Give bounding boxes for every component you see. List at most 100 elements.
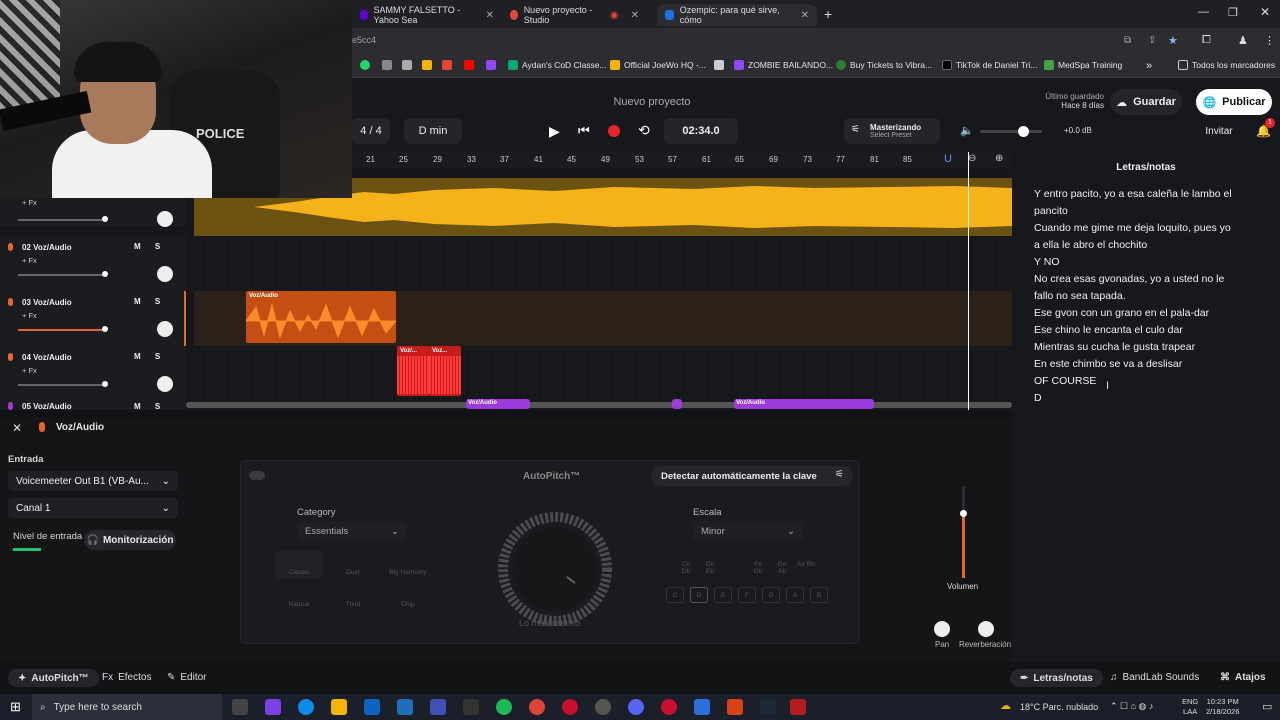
grid-icon[interactable] (382, 60, 392, 70)
printer-icon[interactable] (402, 60, 412, 70)
lyric-line[interactable]: a ella le abro el chochito (1034, 239, 1147, 251)
add-fx-button[interactable]: + Fx (22, 311, 37, 320)
key-g[interactable]: G (762, 587, 780, 603)
loop-icon[interactable]: ⟲ (638, 122, 650, 139)
bookmark-joewo[interactable]: Official JoeWo HQ -... (610, 60, 706, 70)
publish-button[interactable]: 🌐 Publicar (1196, 89, 1272, 115)
slider-thumb[interactable] (1018, 126, 1029, 137)
snap-magnet-icon[interactable]: U (944, 153, 952, 165)
add-fx-button[interactable]: + Fx (22, 366, 37, 375)
channel-select[interactable]: Canal 1 ⌄ (8, 498, 178, 518)
clock[interactable]: 10:23 PM 2/18/2026 (1206, 697, 1239, 717)
playhead[interactable] (968, 152, 969, 410)
windows-start-icon[interactable]: ⊞ (10, 699, 21, 715)
key-c[interactable]: C (666, 587, 684, 603)
track-volume-slider[interactable] (18, 216, 108, 222)
steam-icon[interactable] (760, 699, 776, 715)
effect-third[interactable]: Third (329, 583, 377, 611)
bookmark-aydan[interactable]: Aydan's CoD Classe... (508, 60, 607, 70)
close-icon[interactable]: ✕ (631, 10, 639, 21)
edge-icon[interactable] (298, 699, 314, 715)
track-name[interactable]: 04 Voz/Audio (22, 353, 72, 362)
lyric-line[interactable]: Ese chino le encanta el culo dar (1034, 324, 1183, 336)
extensions-icon[interactable]: ⧠ (1202, 34, 1211, 47)
maximize-icon[interactable]: ❐ (1228, 6, 1238, 19)
time-signature[interactable]: 4 / 4 (352, 118, 390, 144)
whatsapp-icon[interactable] (360, 60, 370, 70)
bookmark-star-icon[interactable]: ★ (1168, 34, 1178, 47)
browser-tab-studio[interactable]: Nuevo proyecto - Studio ◉ ✕ (502, 4, 647, 26)
task-view-icon[interactable] (232, 699, 248, 715)
effect-chip[interactable]: Chip (381, 583, 435, 611)
epic-games-icon[interactable] (463, 699, 479, 715)
capcut-icon[interactable] (397, 699, 413, 715)
audio-clip[interactable] (672, 399, 682, 409)
mute-solo-buttons[interactable]: M S (134, 297, 166, 306)
track-name[interactable]: 05 Voz/Audio (22, 402, 72, 410)
speaker-icon[interactable]: 🔈 (960, 124, 974, 137)
browser-tab-yahoo[interactable]: SAMMY FALSETTO - Yahoo Sea ✕ (352, 4, 502, 26)
key-f-sharp[interactable]: F# Gb (749, 561, 767, 575)
timeline-ruler[interactable]: 21 25 29 33 37 41 45 49 53 57 61 65 69 7… (352, 152, 1012, 168)
save-button[interactable]: ☁ Guardar (1110, 89, 1182, 115)
key-c-sharp[interactable]: C# Db (677, 561, 695, 575)
menu-icon[interactable]: ⋮ (1264, 34, 1275, 47)
store-icon[interactable] (430, 699, 446, 715)
track-header-05[interactable]: 05 Voz/Audio M S (0, 401, 186, 410)
autopitch-toggle[interactable] (249, 471, 265, 480)
key-f[interactable]: F (738, 587, 756, 603)
obs-icon[interactable] (661, 699, 677, 715)
category-select[interactable]: Essentials ⌄ (297, 521, 407, 541)
gmail-icon[interactable] (442, 60, 452, 70)
volume-fader[interactable] (960, 486, 967, 578)
editor-tab[interactable]: ✎ Editor (167, 672, 207, 683)
pan-knob[interactable] (157, 266, 173, 282)
audio-clip[interactable]: Voz... (429, 346, 461, 396)
lyric-line[interactable]: Ese gvon con un grano en el pala-dar (1034, 307, 1209, 319)
track-name[interactable]: 02 Voz/Audio (22, 243, 72, 252)
bookmark-zombie[interactable]: ZOMBIE BAILANDO... (734, 60, 833, 70)
shortcuts-tab[interactable]: ⌘ Atajos (1220, 672, 1266, 683)
track-volume-slider[interactable] (18, 381, 108, 387)
record-icon[interactable] (608, 125, 620, 137)
key-a-sharp[interactable]: A# Bb (797, 561, 815, 568)
pan-knob[interactable] (157, 321, 173, 337)
twitch-icon[interactable] (486, 60, 496, 70)
chrome-icon[interactable] (529, 699, 545, 715)
bandlab-sounds-tab[interactable]: ♫ BandLab Sounds (1110, 672, 1199, 683)
monitoring-button[interactable]: 🎧 Monitorización (84, 530, 176, 550)
github-icon[interactable] (595, 699, 611, 715)
effect-natural[interactable]: Natural (275, 583, 323, 611)
lyric-line[interactable]: No crea esas gvonadas, yo a usted no le (1034, 273, 1224, 285)
close-icon[interactable]: ✕ (12, 421, 22, 435)
notifications-icon[interactable]: ▭ (1262, 700, 1272, 713)
mute-solo-buttons[interactable]: M S (134, 352, 166, 361)
track-name[interactable]: 03 Voz/Audio (22, 298, 72, 307)
lyric-line[interactable]: Cuando me gime me deja loquito, pues yo (1034, 222, 1231, 234)
minimize-icon[interactable]: — (1198, 6, 1209, 18)
pan-knob[interactable] (934, 621, 950, 637)
add-fx-button[interactable]: + Fx (22, 256, 37, 265)
vpn-icon[interactable] (694, 699, 710, 715)
track-header-02[interactable]: 02 Voz/Audio M S + Fx (0, 236, 186, 291)
weather-text[interactable]: 18°C Parc. nublado (1020, 702, 1098, 712)
mute-solo-buttons[interactable]: M S (134, 242, 166, 251)
autopitch-tab[interactable]: ✦ AutoPitch™ (8, 669, 99, 687)
outlook-icon[interactable] (364, 699, 380, 715)
lyric-line[interactable]: Mientras su cucha le gusta trapear (1034, 341, 1195, 353)
track-lane-04[interactable]: Voz/... Voz... (194, 346, 1012, 401)
play-icon[interactable]: ▶ (549, 123, 560, 140)
close-icon[interactable]: ✕ (486, 10, 494, 21)
effects-tab[interactable]: Fx Efectos (102, 672, 151, 683)
tray-icons[interactable]: ⌃ ☐ ⌂ ◍ ♪ (1110, 701, 1153, 712)
track-volume-slider[interactable] (18, 271, 108, 277)
key-selector[interactable]: D min (404, 118, 462, 144)
pan-knob[interactable] (157, 376, 173, 392)
taskbar-search[interactable]: ⌕ Type here to search (32, 694, 222, 720)
translate-icon[interactable]: ⧉ (1124, 35, 1131, 46)
address-bar[interactable]: e5cc4 ⧉ ⇪ ★ ⧠ ♟ ⋮ (352, 28, 1280, 56)
browser-tab-ozempic[interactable]: Ozempic: para qué sirve, cómo ✕ (657, 4, 817, 26)
master-volume-slider[interactable] (980, 126, 1042, 137)
fader-thumb[interactable] (960, 510, 967, 517)
all-bookmarks[interactable]: Todos los marcadores (1178, 60, 1275, 70)
